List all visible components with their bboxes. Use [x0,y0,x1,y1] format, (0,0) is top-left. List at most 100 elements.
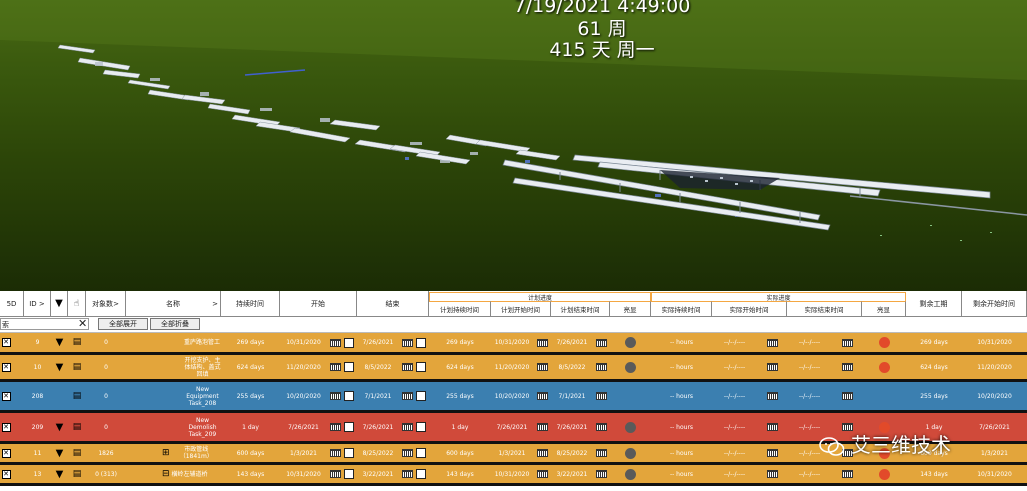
calendar-icon[interactable] [402,470,413,478]
filter-icon[interactable]: ▼ [56,338,64,348]
calendar-icon[interactable] [766,392,778,400]
calendar-icon[interactable] [596,363,607,371]
date-checkbox[interactable] [344,448,354,458]
search-input[interactable]: 索 [0,318,89,330]
calendar-icon[interactable] [596,392,607,400]
palette-icon[interactable] [878,337,890,348]
date-checkbox[interactable] [416,362,426,372]
date-checkbox[interactable] [344,337,354,348]
calendar-icon[interactable] [330,392,341,400]
row-checkbox[interactable]: ✕ [1,391,11,401]
calendar-icon[interactable] [766,423,778,431]
task-row[interactable]: ✕ 10 ▼ ▤ 0 开挖支护、主体结构、盖式回填 624 days 11/20/2020 8/… [0,355,1027,379]
date-checkbox[interactable] [416,337,426,348]
col-planned-start[interactable]: 计划开始时间 [491,301,551,316]
row-checkbox[interactable]: ✕ [1,362,11,372]
task-type-icon[interactable]: ▤ [73,362,82,371]
col-actual-duration[interactable]: 实际持续时间 [651,301,712,316]
calendar-icon[interactable] [766,470,778,478]
calendar-icon[interactable] [330,470,341,478]
calendar-icon[interactable] [766,338,778,347]
calendar-icon[interactable] [402,363,413,371]
col-highlight-planned[interactable]: 亮显 [610,301,651,316]
palette-icon[interactable] [878,361,890,373]
col-planned-duration[interactable]: 计划持续时间 [429,301,491,316]
calendar-icon[interactable] [841,470,853,478]
task-type-icon[interactable]: ▤ [73,422,82,431]
col-obj-count[interactable]: 对象数 > [86,291,126,316]
date-checkbox[interactable] [416,469,426,479]
palette-icon[interactable] [625,361,636,373]
calendar-icon[interactable] [330,363,341,371]
date-checkbox[interactable] [416,422,426,432]
calendar-icon[interactable] [841,338,853,347]
task-type-icon[interactable]: ▤ [73,448,82,457]
task-row[interactable]: ✕ 13 ▼ ▤ 0 (313) ⊟ 横岭左辅道桥 143 days 10/31/2020 3/2… [0,465,1027,483]
date-checkbox[interactable] [416,448,426,458]
calendar-icon[interactable] [841,363,853,371]
date-checkbox[interactable] [344,391,354,401]
row-checkbox[interactable]: ✕ [1,338,11,347]
col-end[interactable]: 结束 [357,291,429,316]
calendar-icon[interactable] [330,338,341,347]
task-type-icon[interactable]: ▤ [73,338,82,347]
task-row[interactable]: ✕ 9 ▼ ▤ 0 重庐路泡管工 269 days 10/31/2020 7/26/2021 26… [0,333,1027,352]
row-checkbox[interactable]: ✕ [1,469,11,479]
date-checkbox[interactable] [344,422,354,432]
calendar-icon[interactable] [766,449,778,457]
calendar-icon[interactable] [766,363,778,371]
calendar-icon[interactable] [536,423,548,431]
col-planned-end[interactable]: 计划结束时间 [551,301,610,316]
palette-icon[interactable] [878,421,890,433]
collapse-all-button[interactable]: 全部折叠 [150,318,200,330]
expand-all-button[interactable]: 全部展开 [98,318,148,330]
filter-icon[interactable]: ▼ [56,469,64,479]
filter-icon[interactable]: ▼ [56,362,64,372]
palette-icon[interactable] [625,447,636,459]
row-checkbox[interactable]: ✕ [1,448,11,458]
task-type-icon[interactable]: ▤ [73,469,82,478]
calendar-icon[interactable] [841,392,853,400]
palette-icon[interactable] [625,337,636,348]
col-actual-end[interactable]: 实际结束时间 [787,301,862,316]
calendar-icon[interactable] [536,338,548,347]
date-checkbox[interactable] [416,391,426,401]
collapse-icon[interactable]: ⊟ [162,469,170,478]
palette-icon[interactable] [625,468,636,480]
expand-icon[interactable]: ⊞ [162,448,170,457]
task-row[interactable]: ✕ 208 ▤ 0 New Equipment Task_208 255 days 10/2… [0,382,1027,410]
calendar-icon[interactable] [596,449,607,457]
calendar-icon[interactable] [402,392,413,400]
col-duration[interactable]: 持续时间 [221,291,280,316]
filter-icon-header[interactable]: ▼ [51,291,68,316]
col-name[interactable]: 名称 > [126,291,221,316]
calendar-icon[interactable] [536,449,548,457]
date-checkbox[interactable] [344,469,354,479]
col-highlight-actual[interactable]: 亮显 [862,301,906,316]
calendar-icon[interactable] [841,423,853,431]
calendar-icon[interactable] [536,470,548,478]
pointer-icon-header[interactable]: ☝ [68,291,86,316]
col-start[interactable]: 开始 [280,291,357,316]
filter-icon[interactable]: ▼ [56,448,64,458]
col-remaining-start[interactable]: 剩余开始时间 [962,291,1027,316]
calendar-icon[interactable] [596,338,607,347]
row-checkbox[interactable]: ✕ [1,422,11,432]
calendar-icon[interactable] [402,338,413,347]
palette-icon[interactable] [878,468,890,480]
col-actual-start[interactable]: 实际开始时间 [712,301,787,316]
calendar-icon[interactable] [330,449,341,457]
task-type-icon[interactable]: ▤ [73,391,82,400]
calendar-icon[interactable] [596,470,607,478]
filter-icon[interactable]: ▼ [56,422,64,432]
clear-search-icon[interactable]: ✕ [78,318,87,329]
palette-icon[interactable] [625,421,636,433]
date-checkbox[interactable] [344,362,354,372]
calendar-icon[interactable] [536,392,548,400]
calendar-icon[interactable] [536,363,548,371]
3d-viewport[interactable]: 7/19/2021 4:49:00 61 周 415 天 周一 [0,0,1027,291]
calendar-icon[interactable] [402,423,413,431]
col-id[interactable]: ID > [24,291,51,316]
calendar-icon[interactable] [330,423,341,431]
col-5d[interactable]: 5D [0,291,24,316]
